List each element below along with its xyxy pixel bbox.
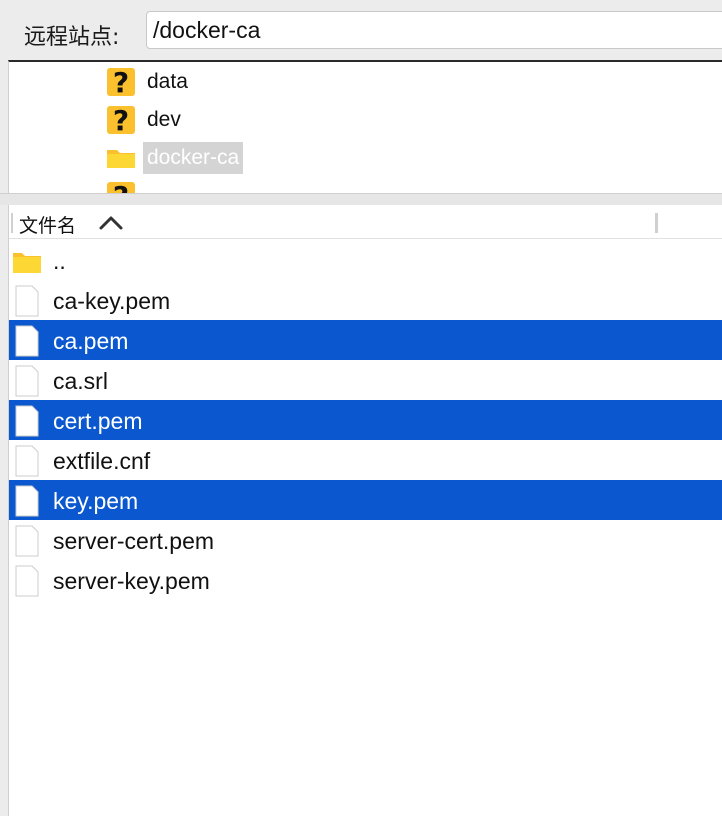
file-name: ..: [53, 248, 66, 274]
tree-item-dev[interactable]: ? dev: [105, 102, 185, 138]
file-icon: [13, 285, 41, 317]
tree-item-data[interactable]: ? data: [105, 64, 192, 100]
file-row[interactable]: server-key.pem: [9, 560, 722, 600]
column-header-filename[interactable]: 文件名: [19, 211, 76, 238]
file-list[interactable]: 文件名 .. ca-key.pem ca.pem ca.srl cert.pem…: [8, 205, 722, 816]
file-name: cert.pem: [53, 408, 143, 434]
file-name: ca.srl: [53, 368, 108, 394]
tree-item-label: dev: [147, 108, 181, 131]
tree-item-partial[interactable]: ?: [105, 178, 137, 193]
remote-site-label: 远程站点:: [24, 25, 120, 50]
file-row[interactable]: server-cert.pem: [9, 520, 722, 560]
folder-icon: [13, 245, 41, 277]
pane-splitter[interactable]: [0, 193, 722, 205]
file-name: server-cert.pem: [53, 528, 215, 554]
file-icon: [13, 365, 41, 397]
file-row-parent[interactable]: ..: [9, 240, 722, 280]
file-row[interactable]: ca-key.pem: [9, 280, 722, 320]
svg-text:?: ?: [113, 104, 129, 136]
column-divider: [11, 213, 13, 233]
file-row[interactable]: ca.srl: [9, 360, 722, 400]
remote-site-panel: 远程站点: ? data ? dev: [0, 0, 722, 816]
file-rows: .. ca-key.pem ca.pem ca.srl cert.pem ext…: [9, 240, 722, 600]
file-icon: [13, 405, 41, 437]
file-row[interactable]: key.pem: [9, 480, 722, 520]
remote-site-bar: 远程站点:: [0, 0, 722, 60]
svg-text:?: ?: [113, 180, 129, 193]
file-row[interactable]: ca.pem: [9, 320, 722, 360]
file-name: ca-key.pem: [53, 288, 171, 314]
tree-item-label: data: [147, 70, 188, 93]
file-name: server-key.pem: [53, 568, 210, 594]
svg-text:?: ?: [113, 66, 129, 98]
file-icon: [13, 445, 41, 477]
unknown-folder-icon: ?: [105, 104, 137, 136]
file-name: extfile.cnf: [53, 448, 151, 474]
file-row[interactable]: cert.pem: [9, 400, 722, 440]
unknown-folder-icon: ?: [105, 180, 137, 193]
tree-item-docker-ca[interactable]: docker-ca: [105, 140, 244, 176]
directory-tree[interactable]: ? data ? dev docker-ca: [8, 60, 722, 193]
file-icon: [13, 525, 41, 557]
tree-item-label: docker-ca: [143, 142, 244, 174]
unknown-folder-icon: ?: [105, 66, 137, 98]
remote-path-input[interactable]: [146, 11, 722, 49]
file-icon: [13, 565, 41, 597]
file-row[interactable]: extfile.cnf: [9, 440, 722, 480]
file-name: ca.pem: [53, 328, 129, 354]
file-name: key.pem: [53, 488, 139, 514]
column-header-bar: 文件名: [9, 205, 722, 239]
column-resize-handle[interactable]: [655, 213, 658, 233]
folder-icon: [105, 142, 137, 174]
file-icon: [13, 325, 41, 357]
chevron-up-icon[interactable]: [97, 212, 125, 232]
file-icon: [13, 485, 41, 517]
